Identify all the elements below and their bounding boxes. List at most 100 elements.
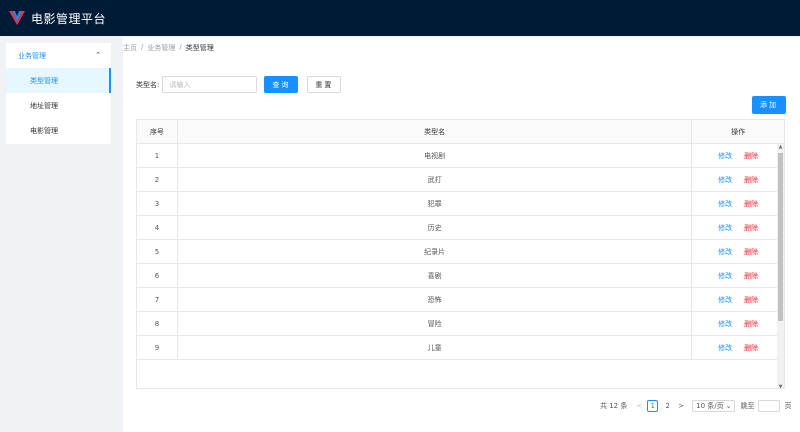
edit-link[interactable]: 修改 xyxy=(718,223,732,233)
search-label: 类型名: xyxy=(136,80,160,89)
row-actions: 修改 删除 xyxy=(692,168,784,191)
add-button[interactable]: 添加 xyxy=(752,96,786,114)
row-index: 5 xyxy=(137,240,178,263)
search-form: 类型名: 查询 重置 xyxy=(136,76,342,93)
delete-link[interactable]: 删除 xyxy=(744,223,758,233)
type-name-input[interactable] xyxy=(162,76,258,93)
row-index: 2 xyxy=(137,168,178,191)
row-actions: 修改 删除 xyxy=(692,336,784,359)
scroll-thumb[interactable] xyxy=(778,153,783,321)
table-body: 1 电视剧 修改 删除 2 武打 修改 删除 3 犯罪 修改 删除 4 历史 修改 删除 5 纪录片 修改 删除 6 喜剧… xyxy=(137,144,784,360)
edit-link[interactable]: 修改 xyxy=(718,247,732,257)
sidebar-item-label: 电影管理 xyxy=(30,126,58,135)
sidebar-item-label: 类型管理 xyxy=(30,76,58,85)
row-type-name: 喜剧 xyxy=(178,264,693,287)
table-row: 3 犯罪 修改 删除 xyxy=(137,192,784,216)
edit-link[interactable]: 修改 xyxy=(718,295,732,305)
column-header-name: 类型名 xyxy=(178,120,693,143)
delete-link[interactable]: 删除 xyxy=(744,295,758,305)
row-type-name: 武打 xyxy=(178,168,693,191)
column-header-actions: 操作 xyxy=(731,127,746,136)
delete-link[interactable]: 删除 xyxy=(744,199,758,209)
chevron-up-icon: ⌃ xyxy=(95,51,101,59)
sidebar-group-business[interactable]: 业务管理 ⌃ xyxy=(6,43,111,68)
sidebar: 业务管理 ⌃ 类型管理 地址管理 电影管理 xyxy=(6,43,111,144)
row-type-name: 历史 xyxy=(178,216,693,239)
edit-link[interactable]: 修改 xyxy=(718,151,732,161)
row-actions: 修改 删除 xyxy=(692,216,784,239)
chevron-down-icon: ⌄ xyxy=(725,401,732,410)
breadcrumb-separator: / xyxy=(179,43,182,51)
sidebar-item-address-management[interactable]: 地址管理 xyxy=(6,93,111,118)
row-type-name: 犯罪 xyxy=(178,192,693,215)
row-type-name: 恐怖 xyxy=(178,288,693,311)
page-1-button[interactable]: 1 xyxy=(647,399,659,412)
page-jump-input[interactable] xyxy=(758,399,781,412)
row-type-name: 纪录片 xyxy=(178,240,693,263)
row-type-name: 电视剧 xyxy=(178,144,693,167)
row-type-name: 冒险 xyxy=(178,312,693,335)
row-actions: 修改 删除 xyxy=(692,312,784,335)
pagination-total: 共 12 条 xyxy=(600,401,628,410)
top-header: 电影管理平台 xyxy=(0,0,800,36)
row-actions: 修改 删除 xyxy=(692,240,784,263)
row-index: 9 xyxy=(137,336,178,359)
table-row: 1 电视剧 修改 删除 xyxy=(137,144,784,168)
row-actions: 修改 删除 xyxy=(692,288,784,311)
sidebar-item-type-management[interactable]: 类型管理 xyxy=(6,68,111,93)
delete-link[interactable]: 删除 xyxy=(744,151,758,161)
row-index: 8 xyxy=(137,312,178,335)
main-content: 主页 / 业务管理 / 类型管理 类型名: 查询 重置 添加 序号 类型名 操作… xyxy=(123,37,800,432)
table-row: 2 武打 修改 删除 xyxy=(137,168,784,192)
v-logo-icon xyxy=(9,11,25,25)
edit-link[interactable]: 修改 xyxy=(718,175,732,185)
table-scrollbar[interactable]: ▲ ▼ xyxy=(777,144,784,388)
table-header: 序号 类型名 操作 xyxy=(137,120,784,144)
reset-button[interactable]: 重置 xyxy=(307,76,342,93)
table-row: 7 恐怖 修改 删除 xyxy=(137,288,784,312)
edit-link[interactable]: 修改 xyxy=(718,343,732,353)
chevron-right-icon[interactable]: > xyxy=(678,402,684,410)
row-index: 6 xyxy=(137,264,178,287)
delete-link[interactable]: 删除 xyxy=(744,247,758,257)
sidebar-group-label: 业务管理 xyxy=(18,51,46,60)
row-type-name: 儿童 xyxy=(178,336,693,359)
row-actions: 修改 删除 xyxy=(692,264,784,287)
delete-link[interactable]: 删除 xyxy=(744,319,758,329)
page-jump-suffix: 页 xyxy=(784,401,792,410)
scroll-down-icon[interactable]: ▼ xyxy=(777,384,784,388)
breadcrumb-home[interactable]: 主页 xyxy=(123,43,137,53)
breadcrumb-separator: / xyxy=(141,43,144,51)
chevron-left-icon[interactable]: < xyxy=(636,402,642,410)
app-title: 电影管理平台 xyxy=(31,11,107,26)
table-row: 4 历史 修改 删除 xyxy=(137,216,784,240)
page-jump-prefix: 跳至 xyxy=(740,401,755,410)
scroll-up-icon[interactable]: ▲ xyxy=(777,144,784,150)
table-row: 5 纪录片 修改 删除 xyxy=(137,240,784,264)
delete-link[interactable]: 删除 xyxy=(744,343,758,353)
page-jump: 跳至 页 xyxy=(740,399,792,412)
row-actions: 修改 删除 xyxy=(692,144,784,167)
breadcrumb-parent[interactable]: 业务管理 xyxy=(147,43,175,53)
row-actions: 修改 删除 xyxy=(692,192,784,215)
row-index: 4 xyxy=(137,216,178,239)
page-2-button[interactable]: 2 xyxy=(662,400,673,412)
edit-link[interactable]: 修改 xyxy=(718,199,732,209)
edit-link[interactable]: 修改 xyxy=(718,271,732,281)
page-size-value: 10 条/页 xyxy=(696,401,724,410)
row-index: 7 xyxy=(137,288,178,311)
query-button[interactable]: 查询 xyxy=(264,76,299,93)
row-index: 3 xyxy=(137,192,178,215)
column-header-index: 序号 xyxy=(137,120,178,143)
sidebar-item-label: 地址管理 xyxy=(30,101,58,110)
delete-link[interactable]: 删除 xyxy=(744,175,758,185)
type-table: 序号 类型名 操作 1 电视剧 修改 删除 2 武打 修改 删除 3 犯罪 修改 删除 4 历史 修改 删除 5… xyxy=(136,119,785,389)
table-row: 6 喜剧 修改 删除 xyxy=(137,264,784,288)
table-row: 9 儿童 修改 删除 xyxy=(137,336,784,360)
sidebar-item-movie-management[interactable]: 电影管理 xyxy=(6,118,111,143)
delete-link[interactable]: 删除 xyxy=(744,271,758,281)
edit-link[interactable]: 修改 xyxy=(718,319,732,329)
breadcrumb: 主页 / 业务管理 / 类型管理 xyxy=(123,43,214,53)
pagination: 共 12 条 < 1 2 > 10 条/页 ⌄ 跳至 页 xyxy=(600,399,791,412)
page-size-select[interactable]: 10 条/页 ⌄ xyxy=(692,399,736,412)
